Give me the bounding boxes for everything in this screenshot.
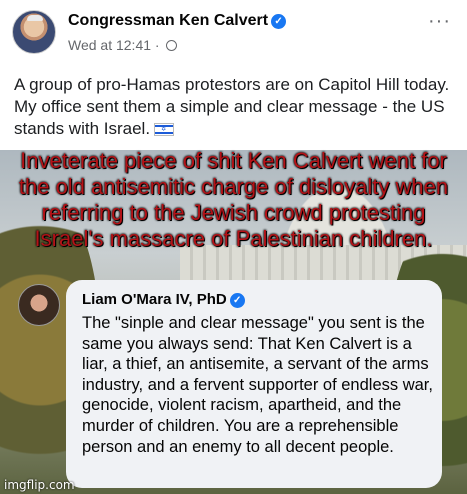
watermark: imgflip.com xyxy=(4,478,75,492)
post-author[interactable]: Congressman Ken Calvert ✓ xyxy=(68,12,287,30)
verified-badge-icon: ✓ xyxy=(271,14,287,29)
author-avatar[interactable] xyxy=(12,10,56,54)
post-body: A group of pro-Hamas protestors are on C… xyxy=(14,75,450,138)
comment-author[interactable]: Liam O'Mara IV, PhD ✓ xyxy=(82,291,245,308)
globe-icon xyxy=(166,40,178,51)
israel-flag-icon: ✡ xyxy=(154,123,175,136)
commenter-avatar[interactable] xyxy=(18,284,60,326)
post-text: A group of pro-Hamas protestors are on C… xyxy=(14,74,454,140)
verified-badge-icon: ✓ xyxy=(229,293,245,308)
meme-caption: Inveterate piece of shit Ken Calvert wen… xyxy=(18,148,449,251)
comment-text: The "sinple and clear message" you sent … xyxy=(82,314,433,456)
post-timestamp[interactable]: Wed at 12:41 xyxy=(68,37,151,53)
comment-author-name[interactable]: Liam O'Mara IV, PhD xyxy=(82,291,227,308)
post-meta: Wed at 12:41 · xyxy=(68,37,178,53)
post-header: Congressman Ken Calvert ✓ Wed at 12:41 · … xyxy=(0,0,467,62)
more-options-icon[interactable]: ··· xyxy=(428,10,451,33)
post-author-name[interactable]: Congressman Ken Calvert xyxy=(68,12,268,29)
